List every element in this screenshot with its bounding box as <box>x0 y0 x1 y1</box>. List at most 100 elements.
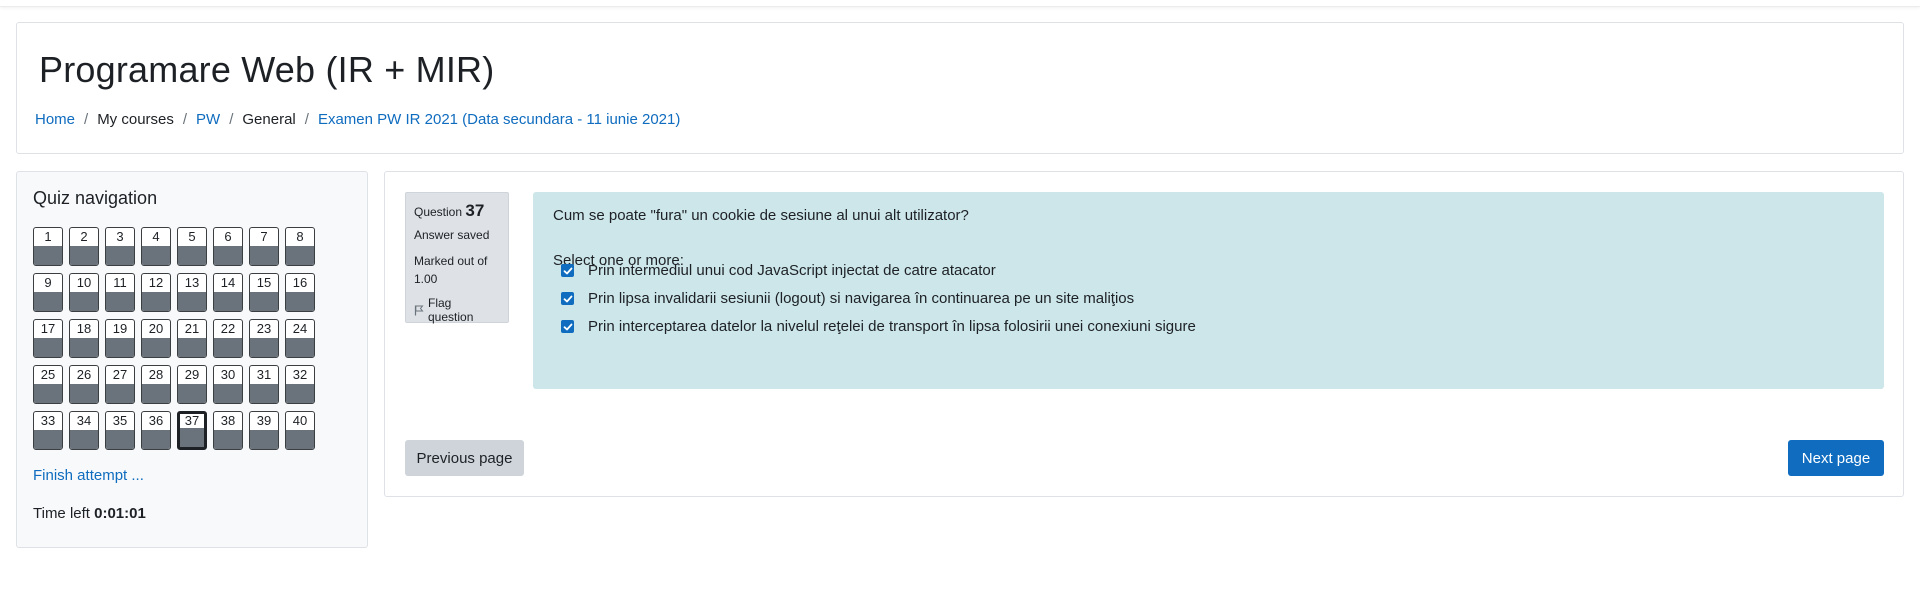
question-state-indicator <box>214 430 242 449</box>
question-state-indicator <box>286 430 314 449</box>
question-info: Question 37 Answer saved Marked out of 1.… <box>405 192 509 324</box>
flag-question-button[interactable]: Flag question <box>414 296 500 324</box>
quiz-nav-question-button[interactable]: 28 <box>141 365 171 404</box>
quiz-nav-question-button[interactable]: 29 <box>177 365 207 404</box>
quiz-nav-question-button[interactable]: 7 <box>249 227 279 266</box>
question-state-indicator <box>142 430 170 449</box>
quiz-nav-question-button[interactable]: 14 <box>213 273 243 312</box>
question-formulation: Cum se poate "fura" un cookie de sesiune… <box>533 192 1884 389</box>
breadcrumb: Home / My courses / PW / General / Exame… <box>35 111 680 128</box>
quiz-nav-question-button[interactable]: 11 <box>105 273 135 312</box>
quiz-nav-question-button[interactable]: 38 <box>213 411 243 450</box>
question-state-indicator <box>70 246 98 265</box>
question-state-indicator <box>178 384 206 403</box>
quiz-nav-question-button[interactable]: 16 <box>285 273 315 312</box>
time-left-label: Time left <box>33 505 90 522</box>
breadcrumb-separator: / <box>84 111 89 128</box>
quiz-nav-question-number: 21 <box>184 321 200 336</box>
question-state-indicator <box>286 292 314 311</box>
quiz-nav-question-number: 23 <box>256 321 272 336</box>
question-state-indicator <box>34 430 62 449</box>
question-state-indicator <box>250 292 278 311</box>
quiz-nav-question-number: 15 <box>256 275 272 290</box>
quiz-nav-question-button[interactable]: 4 <box>141 227 171 266</box>
breadcrumb-home[interactable]: Home <box>35 111 75 128</box>
quiz-nav-question-button[interactable]: 32 <box>285 365 315 404</box>
top-navbar-edge <box>0 0 1920 7</box>
quiz-nav-question-number: 39 <box>256 413 272 428</box>
quiz-nav-question-number: 28 <box>148 367 164 382</box>
quiz-nav-question-button[interactable]: 33 <box>33 411 63 450</box>
question-number: Question 37 <box>414 201 500 221</box>
question-state-indicator <box>34 338 62 357</box>
quiz-nav-question-button[interactable]: 6 <box>213 227 243 266</box>
quiz-nav-question-button[interactable]: 35 <box>105 411 135 450</box>
quiz-nav-question-button[interactable]: 39 <box>249 411 279 450</box>
question-state-indicator <box>70 292 98 311</box>
answer-option: Prin interceptarea datelor la nivelul re… <box>561 318 1196 335</box>
answer-label[interactable]: Prin lipsa invalidarii sesiunii (logout)… <box>588 290 1134 307</box>
time-left-value: 0:01:01 <box>94 505 146 522</box>
quiz-nav-question-number: 38 <box>220 413 236 428</box>
quiz-nav-question-number: 31 <box>256 367 272 382</box>
question-region: Question 37 Answer saved Marked out of 1.… <box>384 171 1904 497</box>
quiz-nav-question-button[interactable]: 19 <box>105 319 135 358</box>
answer-label[interactable]: Prin intermediul unui cod JavaScript inj… <box>588 262 996 279</box>
quiz-nav-question-button[interactable]: 8 <box>285 227 315 266</box>
quiz-nav-question-button[interactable]: 2 <box>69 227 99 266</box>
quiz-nav-question-button[interactable]: 30 <box>213 365 243 404</box>
quiz-nav-question-button[interactable]: 20 <box>141 319 171 358</box>
breadcrumb-course[interactable]: PW <box>196 111 220 128</box>
page-header: Programare Web (IR + MIR) Home / My cour… <box>16 22 1904 154</box>
quiz-nav-question-button[interactable]: 13 <box>177 273 207 312</box>
quiz-nav-question-number: 35 <box>112 413 128 428</box>
quiz-nav-question-button[interactable]: 3 <box>105 227 135 266</box>
answer-label[interactable]: Prin interceptarea datelor la nivelul re… <box>588 318 1196 335</box>
quiz-nav-question-button[interactable]: 26 <box>69 365 99 404</box>
quiz-nav-question-number: 14 <box>220 275 236 290</box>
breadcrumb-separator: / <box>304 111 309 128</box>
question-state-indicator <box>70 338 98 357</box>
question-state-indicator <box>214 384 242 403</box>
quiz-nav-question-button[interactable]: 40 <box>285 411 315 450</box>
quiz-nav-question-number: 5 <box>188 229 196 244</box>
answer-checkbox[interactable] <box>561 320 574 333</box>
quiz-nav-question-button[interactable]: 5 <box>177 227 207 266</box>
quiz-nav-question-button[interactable]: 21 <box>177 319 207 358</box>
question-state-indicator <box>178 246 206 265</box>
time-left: Time left 0:01:01 <box>33 505 146 522</box>
question-state-indicator <box>34 246 62 265</box>
finish-attempt-link[interactable]: Finish attempt ... <box>33 467 144 484</box>
quiz-nav-question-button[interactable]: 17 <box>33 319 63 358</box>
quiz-nav-question-button[interactable]: 22 <box>213 319 243 358</box>
quiz-nav-question-button[interactable]: 36 <box>141 411 171 450</box>
quiz-nav-question-button[interactable]: 34 <box>69 411 99 450</box>
answer-checkbox[interactable] <box>561 292 574 305</box>
quiz-nav-question-number: 25 <box>40 367 56 382</box>
question-grade: Marked out of 1.00 <box>414 254 488 286</box>
quiz-nav-question-button[interactable]: 25 <box>33 365 63 404</box>
quiz-nav-question-button[interactable]: 27 <box>105 365 135 404</box>
quiz-nav-question-button[interactable]: 10 <box>69 273 99 312</box>
question-state-indicator <box>106 384 134 403</box>
quiz-nav-question-number: 33 <box>40 413 56 428</box>
answer-checkbox[interactable] <box>561 264 574 277</box>
question-state-indicator <box>214 246 242 265</box>
quiz-nav-question-button[interactable]: 37 <box>177 411 207 450</box>
question-state-indicator <box>34 384 62 403</box>
quiz-nav-question-button[interactable]: 18 <box>69 319 99 358</box>
question-state-indicator <box>70 430 98 449</box>
next-page-button[interactable]: Next page <box>1788 440 1884 476</box>
quiz-nav-question-button[interactable]: 12 <box>141 273 171 312</box>
quiz-nav-question-button[interactable]: 23 <box>249 319 279 358</box>
quiz-nav-question-button[interactable]: 24 <box>285 319 315 358</box>
breadcrumb-quiz[interactable]: Examen PW IR 2021 (Data secundara - 11 i… <box>318 111 680 128</box>
previous-page-button[interactable]: Previous page <box>405 440 524 476</box>
quiz-nav-question-button[interactable]: 15 <box>249 273 279 312</box>
quiz-nav-question-button[interactable]: 31 <box>249 365 279 404</box>
quiz-nav-question-number: 29 <box>184 367 200 382</box>
quiz-nav-question-button[interactable]: 1 <box>33 227 63 266</box>
quiz-nav-question-number: 36 <box>148 413 164 428</box>
quiz-nav-question-number: 20 <box>148 321 164 336</box>
quiz-nav-question-button[interactable]: 9 <box>33 273 63 312</box>
